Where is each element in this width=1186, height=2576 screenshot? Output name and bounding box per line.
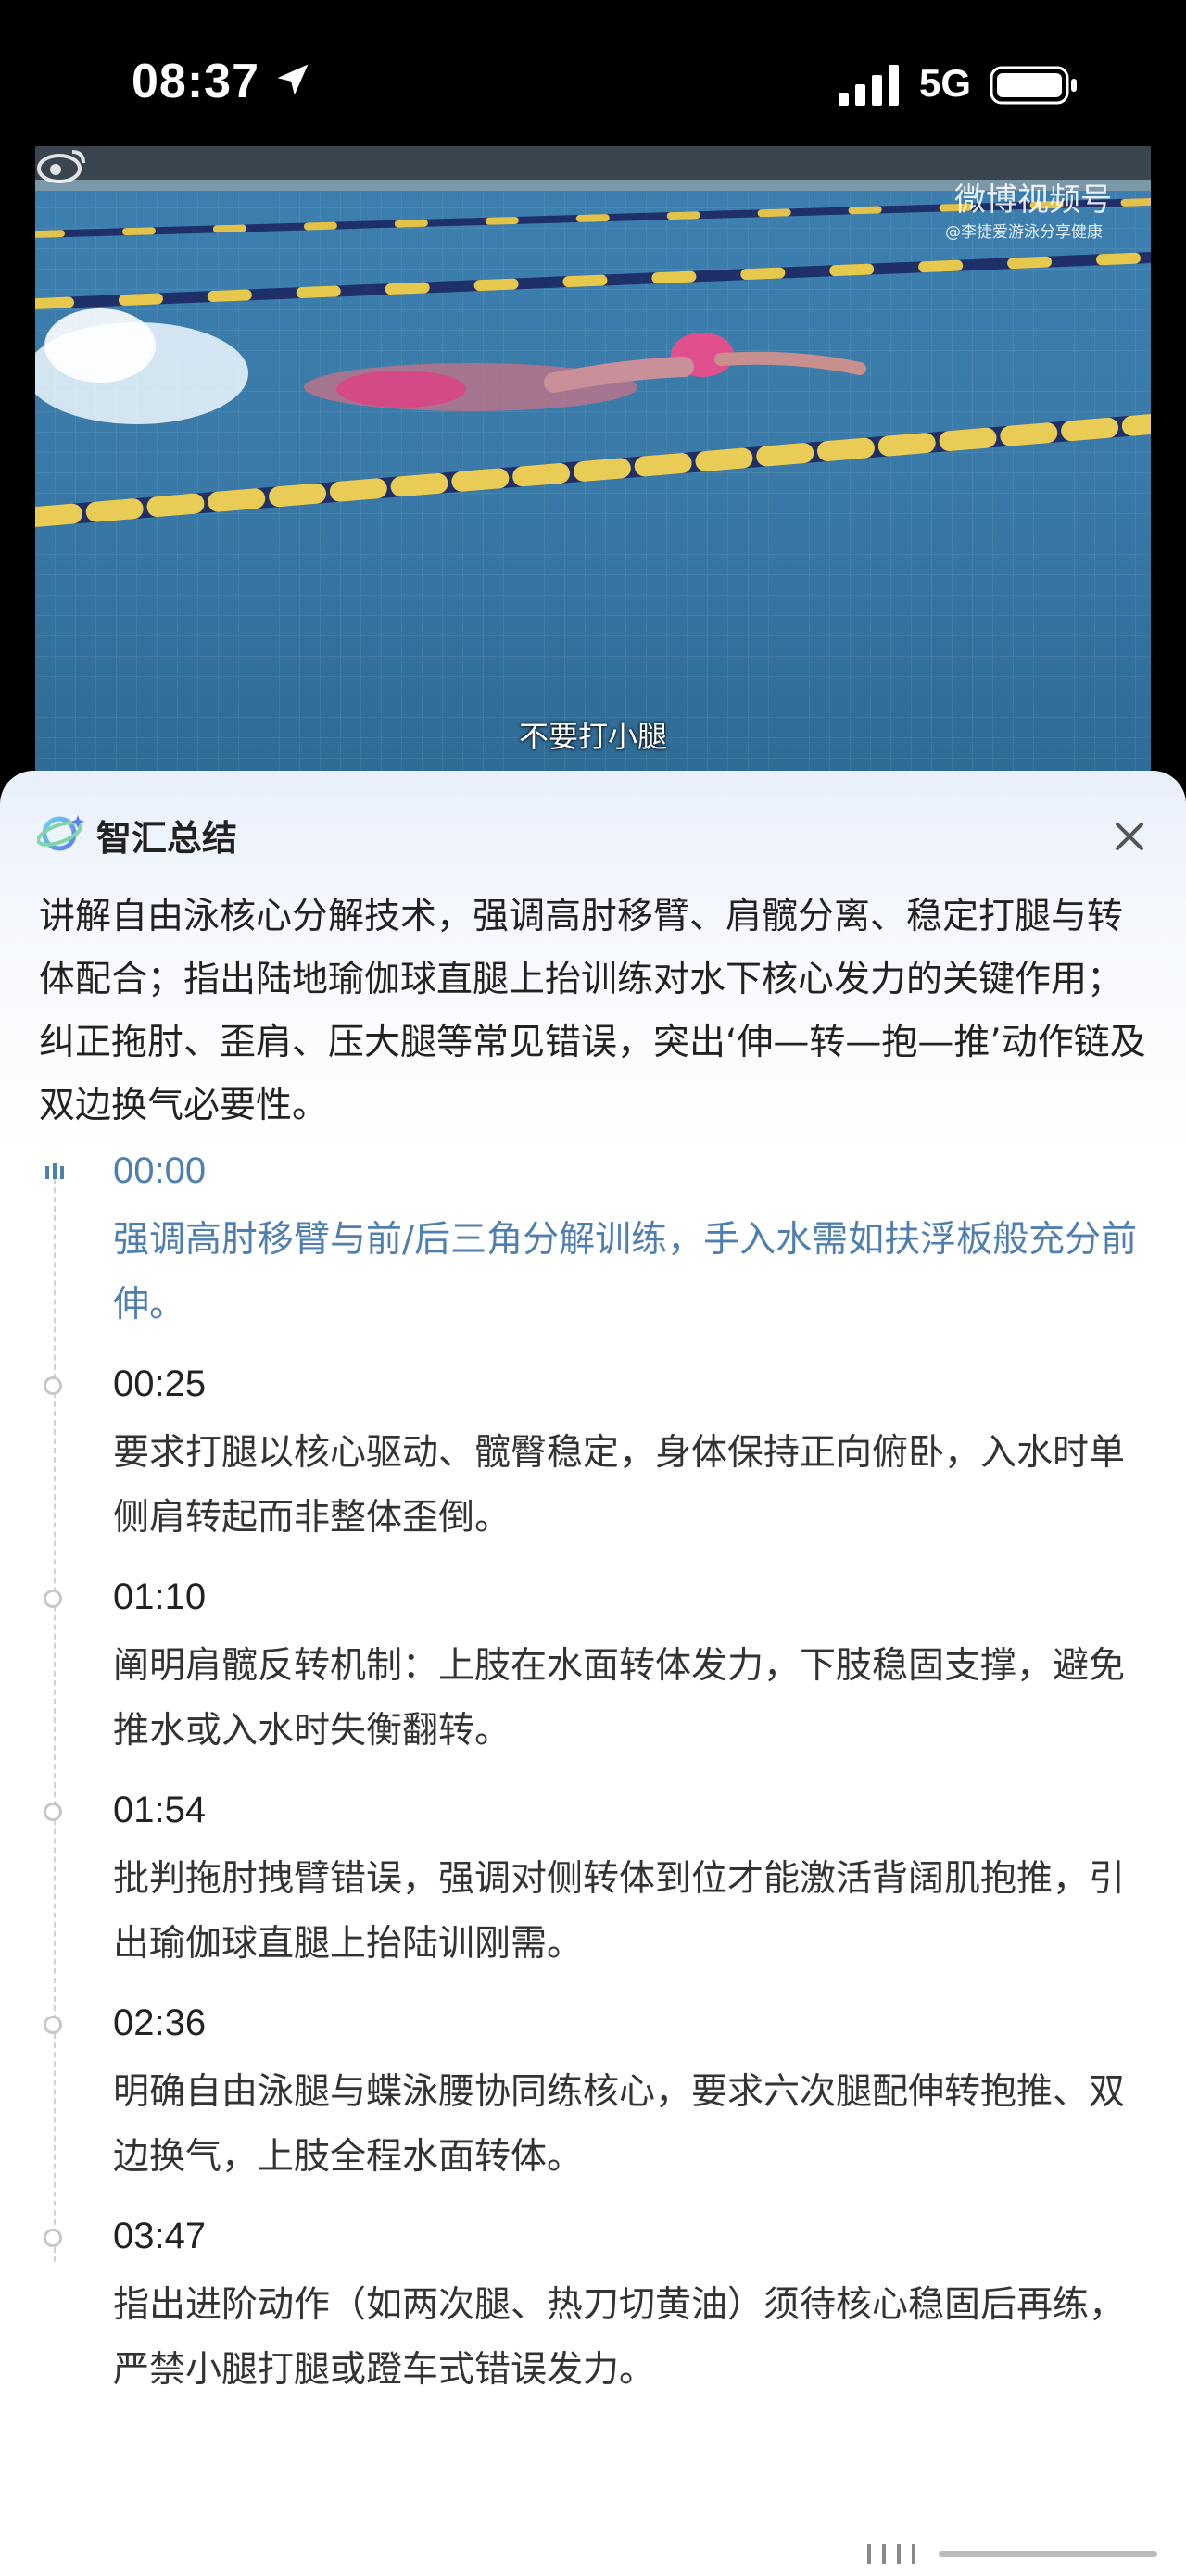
timeline-timestamp[interactable]: 00:25	[113, 1363, 206, 1405]
timeline-description: 要求打腿以核心驱动、髋臀稳定，身体保持正向俯卧，入水时单侧肩转起而非整体歪倒。	[113, 1432, 1126, 1539]
panel-title: 智汇总结	[96, 818, 238, 859]
summary-panel: 智汇总结 讲解自由泳核心分解技术，强调高肘移臂、肩髋分离、稳定打腿与转体配合；指…	[0, 771, 1186, 2576]
playing-bars-icon	[45, 1163, 64, 1179]
status-time: 08:37	[132, 55, 259, 108]
timeline-dot	[44, 2016, 62, 2034]
battery-icon	[990, 66, 1077, 105]
network-label: 5G	[919, 61, 972, 105]
watermark-handle: @李捷爱游泳分享健康	[945, 223, 1103, 242]
timeline-timestamp[interactable]: 01:10	[113, 1577, 206, 1618]
timeline-description: 批判拖肘拽臂错误，强调对侧转体到位才能激活背阔肌抱推，引出瑜伽球直腿上抬陆训刚需…	[113, 1858, 1126, 1965]
timeline-timestamp[interactable]: 01:54	[113, 1790, 206, 1831]
summary-text: 讲解自由泳核心分解技术，强调高肘移臂、肩髋分离、稳定打腿与转体配合；指出陆地瑜伽…	[39, 896, 1146, 1126]
timeline-timestamp[interactable]: 00:00	[113, 1150, 206, 1192]
status-bar: 08:37 5G	[0, 0, 1186, 148]
timeline-description: 指出进阶动作（如两次腿、热刀切黄油）须待核心稳固后再练，严禁小腿打腿或蹬车式错误…	[113, 2284, 1126, 2391]
pool-video-frame	[35, 146, 1151, 785]
watermark-title: 微博视频号	[954, 182, 1112, 219]
timeline-timestamp[interactable]: 02:36	[113, 2003, 206, 2044]
weibo-watermark-icon	[37, 150, 85, 183]
zhihui-logo-icon	[37, 815, 84, 851]
timeline-description: 强调高肘移臂与前/后三角分解训练，手入水需如扶浮板般充分前伸。	[113, 1219, 1138, 1326]
timeline-line	[54, 1169, 56, 2262]
video-subtitle: 不要打小腿	[518, 719, 667, 754]
timeline-dot	[44, 2229, 62, 2247]
signal-bars-icon	[839, 65, 899, 106]
location-arrow-icon	[277, 64, 309, 95]
timeline-description: 阐明肩髋反转机制：上肢在水面转体发力，下肢稳固支撑，避免推水或入水时失衡翻转。	[113, 1645, 1126, 1752]
timeline-description: 明确自由泳腿与蝶泳腰协同练核心，要求六次腿配伸转抱推、双边换气，上肢全程水面转体…	[113, 2071, 1126, 2178]
timeline-dot	[44, 1376, 62, 1395]
timeline-dot	[44, 1590, 62, 1608]
timeline-timestamp[interactable]: 03:47	[113, 2216, 206, 2257]
close-icon[interactable]	[1112, 819, 1147, 854]
video-player[interactable]: 微博视频号 @李捷爱游泳分享健康 不要打小腿	[35, 146, 1151, 785]
home-indicator	[867, 2544, 1157, 2564]
timeline-dot	[44, 1803, 62, 1821]
